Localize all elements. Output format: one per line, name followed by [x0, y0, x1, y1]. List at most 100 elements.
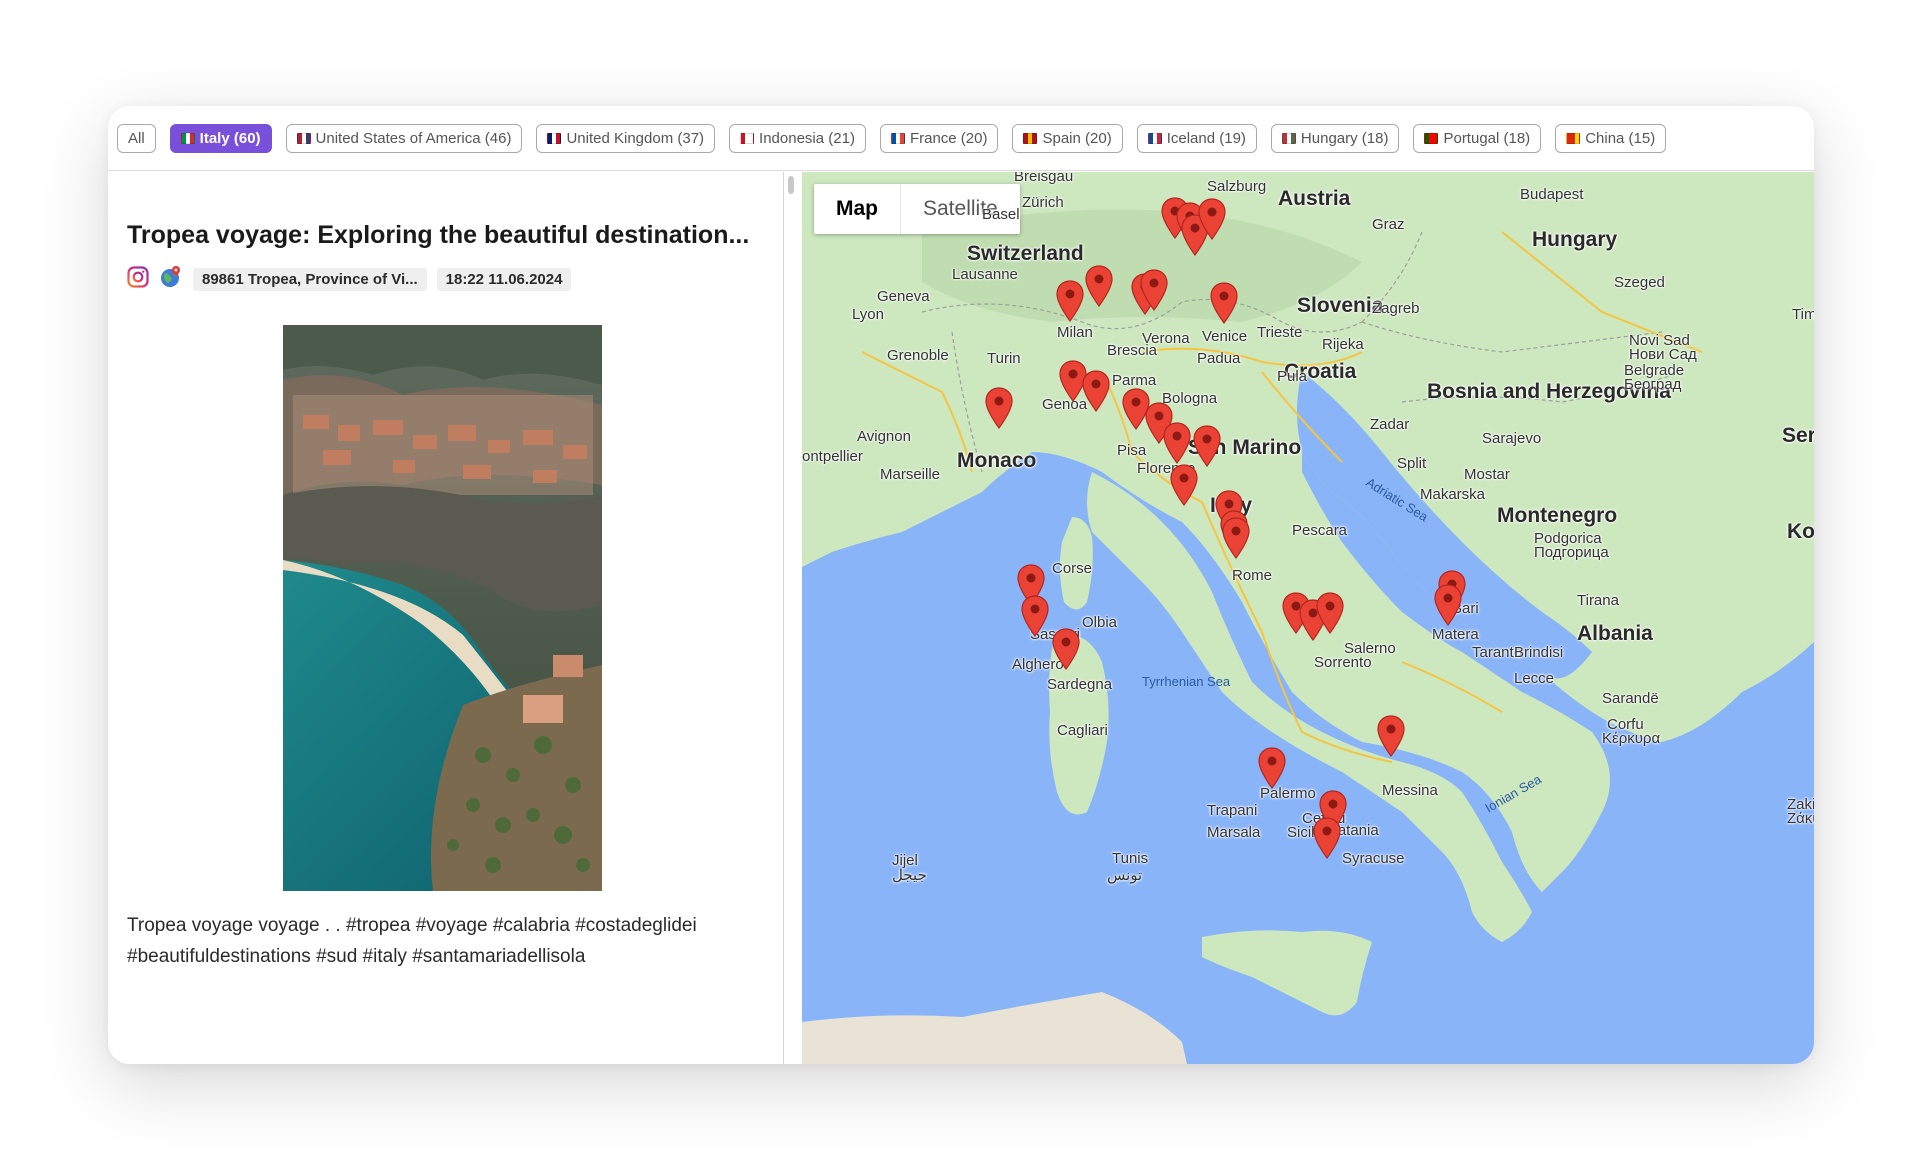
map-view[interactable]: Map Satellite Switzerland Austria Hungary S… — [802, 172, 1814, 1064]
map-marker-pin-icon[interactable] — [1170, 464, 1198, 511]
app-window: All Italy (60) United States of America (4… — [108, 106, 1814, 1064]
filter-chip[interactable]: Iceland (19) — [1136, 123, 1257, 153]
map-label-city: ontpellier — [802, 448, 863, 465]
post-title[interactable]: Tropea voyage: Exploring the beautiful d… — [127, 221, 749, 250]
filter-chip-label: All — [128, 129, 145, 147]
map-label-city: Messina — [1382, 782, 1438, 799]
flag-icon — [180, 132, 195, 144]
map-label-city: Zagreb — [1372, 300, 1420, 317]
map-marker-pin-icon[interactable] — [1313, 817, 1341, 864]
filter-chip-label: United States of America (46) — [315, 129, 512, 147]
map-label-country: Switzerland — [967, 242, 1084, 265]
map-marker-pin-icon[interactable] — [1210, 282, 1238, 329]
map-label-city: Makarska — [1420, 486, 1486, 503]
map-marker-pin-icon[interactable] — [1434, 584, 1462, 631]
map-marker-pin-icon[interactable] — [1163, 422, 1191, 469]
map-marker-pin-icon[interactable] — [1222, 517, 1250, 564]
flag-icon — [296, 132, 311, 144]
map-marker-pin-icon[interactable] — [1082, 370, 1110, 417]
map-label-city: Graz — [1372, 216, 1405, 233]
map-label-city: Mostar — [1464, 466, 1510, 483]
filter-chip[interactable]: China (15) — [1555, 123, 1667, 153]
map-marker-pin-icon[interactable] — [1021, 595, 1049, 642]
map-label-country: Montenegro — [1497, 504, 1618, 527]
filter-chip-label: Iceland (19) — [1166, 129, 1246, 147]
filter-chip[interactable]: Spain (20) — [1012, 123, 1123, 153]
map-label-city: Lecce — [1514, 670, 1555, 687]
map-label-city: Tirana — [1577, 592, 1619, 609]
map-label-city: Sarajevo — [1482, 430, 1542, 447]
map-label-city: Budapest — [1520, 186, 1584, 203]
map-label-city: Zürich — [1022, 194, 1064, 211]
filter-chip-label: China (15) — [1585, 129, 1656, 147]
map-label-city: Tunis — [1112, 850, 1149, 867]
map-label-city: Venice — [1202, 328, 1248, 345]
map-label-city: Pula — [1277, 368, 1308, 385]
map-label-city: Marsala — [1207, 824, 1261, 841]
post-caption: Tropea voyage voyage . . #tropea #voyage… — [127, 915, 697, 967]
map-label-city: Basel — [982, 206, 1020, 223]
map-label-city: Brescia — [1107, 342, 1158, 359]
map-marker-pin-icon[interactable] — [985, 387, 1013, 434]
map-label-city: Pescara — [1292, 522, 1348, 539]
map-label-city: Κέρκυρα — [1602, 730, 1661, 747]
country-filter-bar: All Italy (60) United States of America (4… — [108, 106, 1814, 171]
post-photo[interactable] — [283, 325, 602, 891]
map-marker-pin-icon[interactable] — [1377, 715, 1405, 762]
map-label-city: Syracuse — [1342, 850, 1405, 867]
filter-chip[interactable]: Italy (60) — [169, 123, 272, 153]
map-marker-pin-icon[interactable] — [1198, 198, 1226, 245]
map-label-city: Avignon — [857, 428, 911, 445]
map-marker-pin-icon[interactable] — [1258, 747, 1286, 794]
map-label-city: Lyon — [852, 306, 884, 323]
map-label-city: Parma — [1112, 372, 1157, 389]
map-label-city: Corse — [1052, 560, 1093, 577]
map-label-city: Marseille — [880, 466, 941, 483]
map-label-city: Sarandë — [1602, 690, 1659, 707]
map-label-city: Sorrento — [1314, 654, 1372, 671]
map-marker-pin-icon[interactable] — [1140, 269, 1168, 316]
map-label-city: Turin — [987, 350, 1021, 367]
map-label-city: Tim — [1792, 306, 1814, 323]
post-panel: Tropea voyage: Exploring the beautiful d… — [108, 172, 783, 1064]
map-label-city: Split — [1397, 455, 1427, 472]
map-label-city: Salzburg — [1207, 178, 1267, 195]
map-label-country: Monaco — [957, 449, 1037, 472]
flag-icon — [1023, 132, 1038, 144]
map-type-map-button[interactable]: Map — [814, 184, 900, 234]
scrollbar-thumb[interactable] — [788, 176, 794, 194]
map-label-city: جيجل — [892, 867, 927, 884]
map-label-city: Olbia — [1082, 614, 1118, 631]
filter-chip[interactable]: United Kingdom (37) — [536, 123, 716, 153]
map-label-sea: Tyrrhenian Sea — [1142, 674, 1231, 689]
map-label-city: Rijeka — [1322, 336, 1364, 353]
map-marker-pin-icon[interactable] — [1052, 628, 1080, 675]
filter-chip[interactable]: Portugal (18) — [1413, 123, 1542, 153]
map-marker-pin-icon[interactable] — [1056, 280, 1084, 327]
map-label-city: Београд — [1624, 376, 1682, 393]
instagram-icon[interactable] — [127, 266, 149, 293]
filter-chip-label: Hungary (18) — [1300, 129, 1389, 147]
filter-chip-label: United Kingdom (37) — [566, 129, 705, 147]
filter-chip[interactable]: United States of America (46) — [285, 123, 523, 153]
map-label-city: Sardegna — [1047, 676, 1113, 693]
filter-chip-label: France (20) — [909, 129, 988, 147]
panel-divider[interactable] — [783, 172, 784, 1064]
filter-chip[interactable]: All — [117, 123, 156, 153]
flag-icon — [740, 132, 755, 144]
globe-location-icon[interactable] — [159, 265, 183, 294]
flag-icon — [1566, 132, 1581, 144]
map-label-city: تونس — [1107, 867, 1143, 884]
map-label-city: Нови Сад — [1629, 346, 1697, 363]
map-label-country: Slovenia — [1297, 294, 1384, 317]
flag-icon — [1281, 132, 1296, 144]
map-marker-pin-icon[interactable] — [1316, 592, 1344, 639]
filter-chip[interactable]: Hungary (18) — [1270, 123, 1400, 153]
map-label-city: Geneva — [877, 288, 930, 305]
filter-chip-label: Italy (60) — [199, 129, 261, 147]
flag-icon — [547, 132, 562, 144]
filter-chip[interactable]: Indonesia (21) — [729, 123, 866, 153]
map-marker-pin-icon[interactable] — [1085, 265, 1113, 312]
map-label-country: Serb — [1782, 424, 1814, 447]
filter-chip[interactable]: France (20) — [879, 123, 999, 153]
